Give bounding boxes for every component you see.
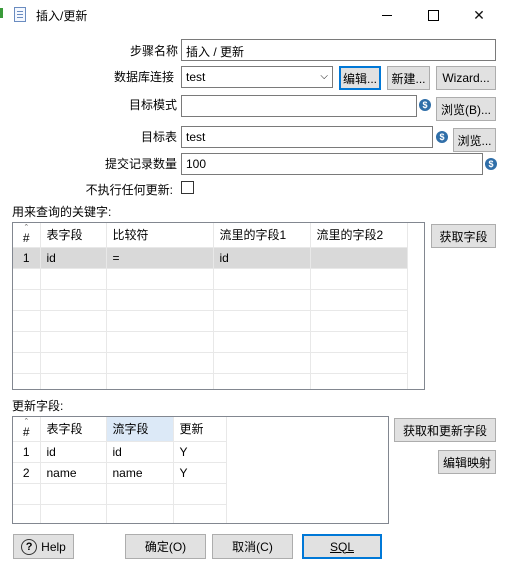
sql-button[interactable]: SQL xyxy=(302,534,382,559)
keys-col-comparator[interactable]: 比较符 xyxy=(106,223,214,248)
row-number: 1 xyxy=(13,247,41,269)
variable-icon: $ xyxy=(485,158,497,170)
step-name-label: 步骤名称 xyxy=(129,44,178,58)
minimize-icon xyxy=(382,14,392,16)
update-col-stream-field[interactable]: 流字段 xyxy=(106,417,174,442)
keys-col-stream-field1[interactable]: 流里的字段1 xyxy=(213,223,311,248)
chevron-down-icon: ⌵ xyxy=(320,71,328,82)
keys-table[interactable]: ⌃ # 表字段 比较符 流里的字段1 流里的字段2 1 id = id xyxy=(12,222,425,390)
help-icon: ? xyxy=(21,538,38,555)
db-connection-select[interactable]: test ⌵ xyxy=(181,66,333,88)
row-number: 1 xyxy=(13,441,41,463)
cell-comparator[interactable]: = xyxy=(106,247,214,269)
update-fields-table[interactable]: ⌃ # 表字段 流字段 更新 1 id id Y 2 name name Y xyxy=(12,416,389,524)
browse-table-button[interactable]: 浏览... xyxy=(453,128,496,152)
cell-stream-field[interactable]: name xyxy=(106,462,174,484)
no-update-label: 不执行任何更新: xyxy=(85,183,173,197)
ok-button[interactable]: 确定(O) xyxy=(125,534,206,559)
get-fields-button[interactable]: 获取字段 xyxy=(431,224,496,248)
commit-size-label: 提交记录数量 xyxy=(104,157,177,171)
cell-update[interactable]: Y xyxy=(173,441,227,463)
update-col-update[interactable]: 更新 xyxy=(173,417,227,442)
target-schema-input[interactable] xyxy=(181,95,417,117)
table-row[interactable] xyxy=(13,504,227,523)
cell-table-field[interactable]: name xyxy=(40,462,107,484)
table-row[interactable] xyxy=(13,352,408,374)
title-bar: 插入/更新 ✕ xyxy=(0,0,524,30)
table-row[interactable]: 2 name name Y xyxy=(13,462,227,484)
cell-stream-field[interactable]: id xyxy=(106,441,174,463)
get-update-fields-button[interactable]: 获取和更新字段 xyxy=(394,418,496,442)
keys-col-stream-field2[interactable]: 流里的字段2 xyxy=(310,223,408,248)
table-row[interactable]: 1 id = id xyxy=(13,247,408,269)
cell-update[interactable]: Y xyxy=(173,462,227,484)
keys-col-table-field[interactable]: 表字段 xyxy=(40,223,107,248)
table-row[interactable] xyxy=(13,483,227,505)
table-row[interactable] xyxy=(13,373,408,389)
db-connection-label: 数据库连接 xyxy=(113,70,174,84)
edit-connection-button[interactable]: 编辑... xyxy=(339,66,381,90)
help-button[interactable]: ? Help xyxy=(13,534,74,559)
table-row[interactable] xyxy=(13,331,408,353)
window-title: 插入/更新 xyxy=(36,9,88,23)
db-connection-value: test xyxy=(186,70,206,84)
keys-section-label: 用来查询的关键字: xyxy=(12,205,112,219)
commit-size-input[interactable]: 100 xyxy=(181,153,483,175)
window-edge-marker xyxy=(0,8,3,18)
update-section-label: 更新字段: xyxy=(12,399,64,413)
cell-stream-field2[interactable] xyxy=(310,247,408,269)
keys-table-grid: ⌃ # 表字段 比较符 流里的字段1 流里的字段2 1 id = id xyxy=(13,223,408,389)
help-label: Help xyxy=(41,539,66,554)
table-row[interactable]: 1 id id Y xyxy=(13,441,227,463)
close-icon: ✕ xyxy=(473,6,485,23)
table-row[interactable] xyxy=(13,310,408,332)
cell-table-field[interactable]: id xyxy=(40,247,107,269)
edit-mapping-button[interactable]: 编辑映射 xyxy=(438,450,496,474)
close-button[interactable]: ✕ xyxy=(456,0,502,30)
maximize-button[interactable] xyxy=(410,0,456,30)
wizard-button[interactable]: Wizard... xyxy=(436,66,496,90)
step-name-input[interactable]: 插入 / 更新 xyxy=(181,39,496,61)
row-number: 2 xyxy=(13,462,41,484)
update-col-table-field[interactable]: 表字段 xyxy=(40,417,107,442)
cancel-button[interactable]: 取消(C) xyxy=(212,534,293,559)
variable-icon: $ xyxy=(436,131,448,143)
target-table-input[interactable]: test xyxy=(181,126,433,148)
dialog-icon xyxy=(14,7,26,22)
variable-icon: $ xyxy=(419,99,431,111)
update-table-grid: ⌃ # 表字段 流字段 更新 1 id id Y 2 name name Y xyxy=(13,417,227,523)
table-row[interactable] xyxy=(13,289,408,311)
keys-col-num[interactable]: ⌃ # xyxy=(13,223,41,248)
no-update-checkbox[interactable] xyxy=(181,181,194,194)
target-schema-label: 目标模式 xyxy=(128,98,177,112)
cell-stream-field1[interactable]: id xyxy=(213,247,311,269)
update-col-num[interactable]: ⌃ # xyxy=(13,417,41,442)
minimize-button[interactable] xyxy=(364,0,410,30)
maximize-icon xyxy=(427,9,439,21)
new-connection-button[interactable]: 新建... xyxy=(387,66,430,90)
target-table-label: 目标表 xyxy=(140,130,177,144)
cell-table-field[interactable]: id xyxy=(40,441,107,463)
browse-schema-button[interactable]: 浏览(B)... xyxy=(436,97,496,121)
table-row[interactable] xyxy=(13,268,408,290)
keys-header-row: ⌃ # 表字段 比较符 流里的字段1 流里的字段2 xyxy=(13,223,408,248)
update-header-row: ⌃ # 表字段 流字段 更新 xyxy=(13,417,227,442)
sql-label: SQL xyxy=(329,539,354,554)
